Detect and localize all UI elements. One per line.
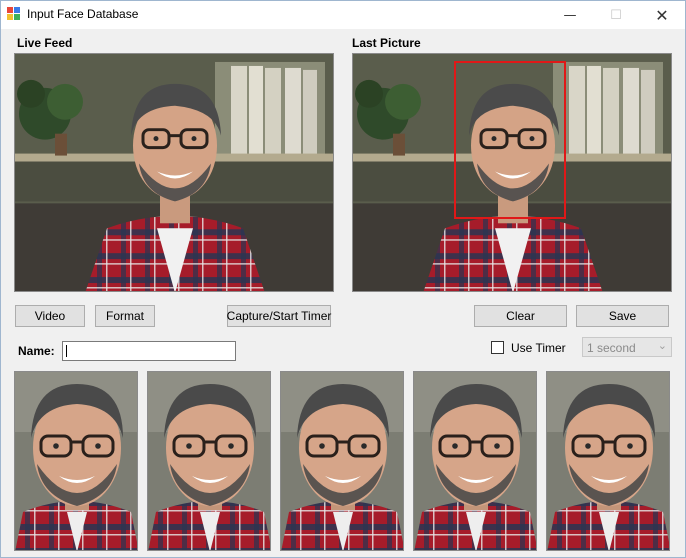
face-thumbnail-4[interactable] xyxy=(413,371,537,551)
text-caret xyxy=(66,345,67,357)
close-button[interactable]: ✕ xyxy=(639,1,685,29)
live-feed-picture xyxy=(14,53,334,292)
name-input[interactable] xyxy=(62,341,236,361)
title-bar[interactable]: Input Face Database — ☐ ✕ xyxy=(1,1,685,29)
last-picture-label: Last Picture xyxy=(352,36,421,50)
chevron-down-icon: ⌄ xyxy=(657,339,667,352)
video-button[interactable]: Video xyxy=(15,305,85,327)
format-button[interactable]: Format xyxy=(95,305,155,327)
face-thumbnail-5[interactable] xyxy=(546,371,670,551)
maximize-button[interactable]: ☐ xyxy=(593,1,639,29)
face-thumbnail-2[interactable] xyxy=(147,371,271,551)
use-timer-label[interactable]: Use Timer xyxy=(511,341,566,355)
input-face-database-window: Input Face Database — ☐ ✕ Live Feed Last… xyxy=(0,0,686,558)
capture-start-timer-button[interactable]: Capture/Start Timer xyxy=(227,305,331,327)
clear-button[interactable]: Clear xyxy=(474,305,567,327)
name-label: Name: xyxy=(18,344,55,358)
app-grid-icon xyxy=(7,7,21,21)
window-title: Input Face Database xyxy=(27,7,139,21)
timer-interval-value: 1 second xyxy=(587,341,636,355)
timer-interval-select[interactable]: 1 second ⌄ xyxy=(582,337,672,357)
face-thumbnail-3[interactable] xyxy=(280,371,404,551)
live-feed-label: Live Feed xyxy=(17,36,73,50)
face-thumbnail-1[interactable] xyxy=(14,371,138,551)
minimize-button[interactable]: — xyxy=(547,1,593,29)
use-timer-checkbox[interactable] xyxy=(491,341,504,354)
save-button[interactable]: Save xyxy=(576,305,669,327)
detected-face-box xyxy=(454,61,566,219)
